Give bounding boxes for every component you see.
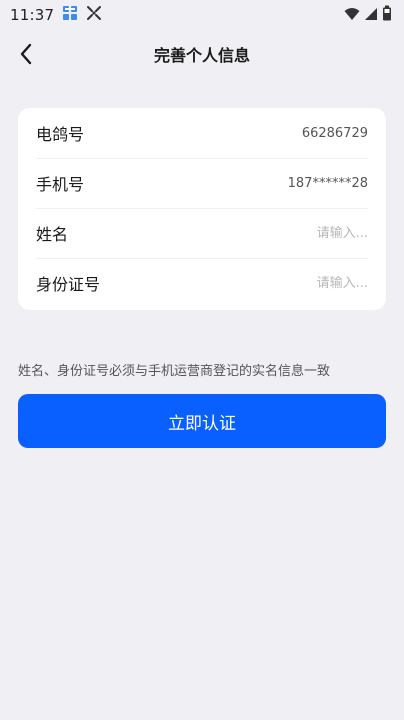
form-row-phone: 手机号 187******28 — [18, 158, 386, 208]
status-system-icons — [344, 5, 392, 25]
personal-info-form: 电鸽号 66286729 手机号 187******28 姓名 身份证号 — [18, 108, 386, 310]
status-bar: 11:37 — [0, 0, 404, 30]
phone-label: 手机号 — [36, 175, 85, 194]
scan-app-icon — [86, 5, 102, 25]
status-notification-icons — [62, 5, 102, 25]
nav-bar: 完善个人信息 — [0, 30, 404, 82]
notification-app-icon — [62, 5, 78, 25]
wifi-icon — [344, 6, 360, 25]
form-row-dove-id: 电鸽号 66286729 — [18, 108, 386, 158]
id-number-input[interactable] — [228, 275, 368, 291]
id-number-label: 身份证号 — [36, 275, 101, 294]
phone-value: 187******28 — [287, 175, 368, 191]
battery-icon — [382, 5, 392, 25]
name-input[interactable] — [228, 225, 368, 241]
real-name-hint: 姓名、身份证号必须与手机运营商登记的实名信息一致 — [18, 364, 331, 379]
dove-id-label: 电鸽号 — [36, 125, 85, 144]
form-row-name: 姓名 — [18, 208, 386, 258]
dove-id-value: 66286729 — [301, 125, 368, 141]
cellular-signal-icon — [364, 6, 378, 25]
form-row-id-number: 身份证号 — [18, 258, 386, 308]
status-time: 11:37 — [10, 6, 55, 24]
verify-now-button[interactable]: 立即认证 — [18, 394, 386, 448]
name-label: 姓名 — [36, 225, 69, 244]
page-title: 完善个人信息 — [153, 46, 250, 65]
